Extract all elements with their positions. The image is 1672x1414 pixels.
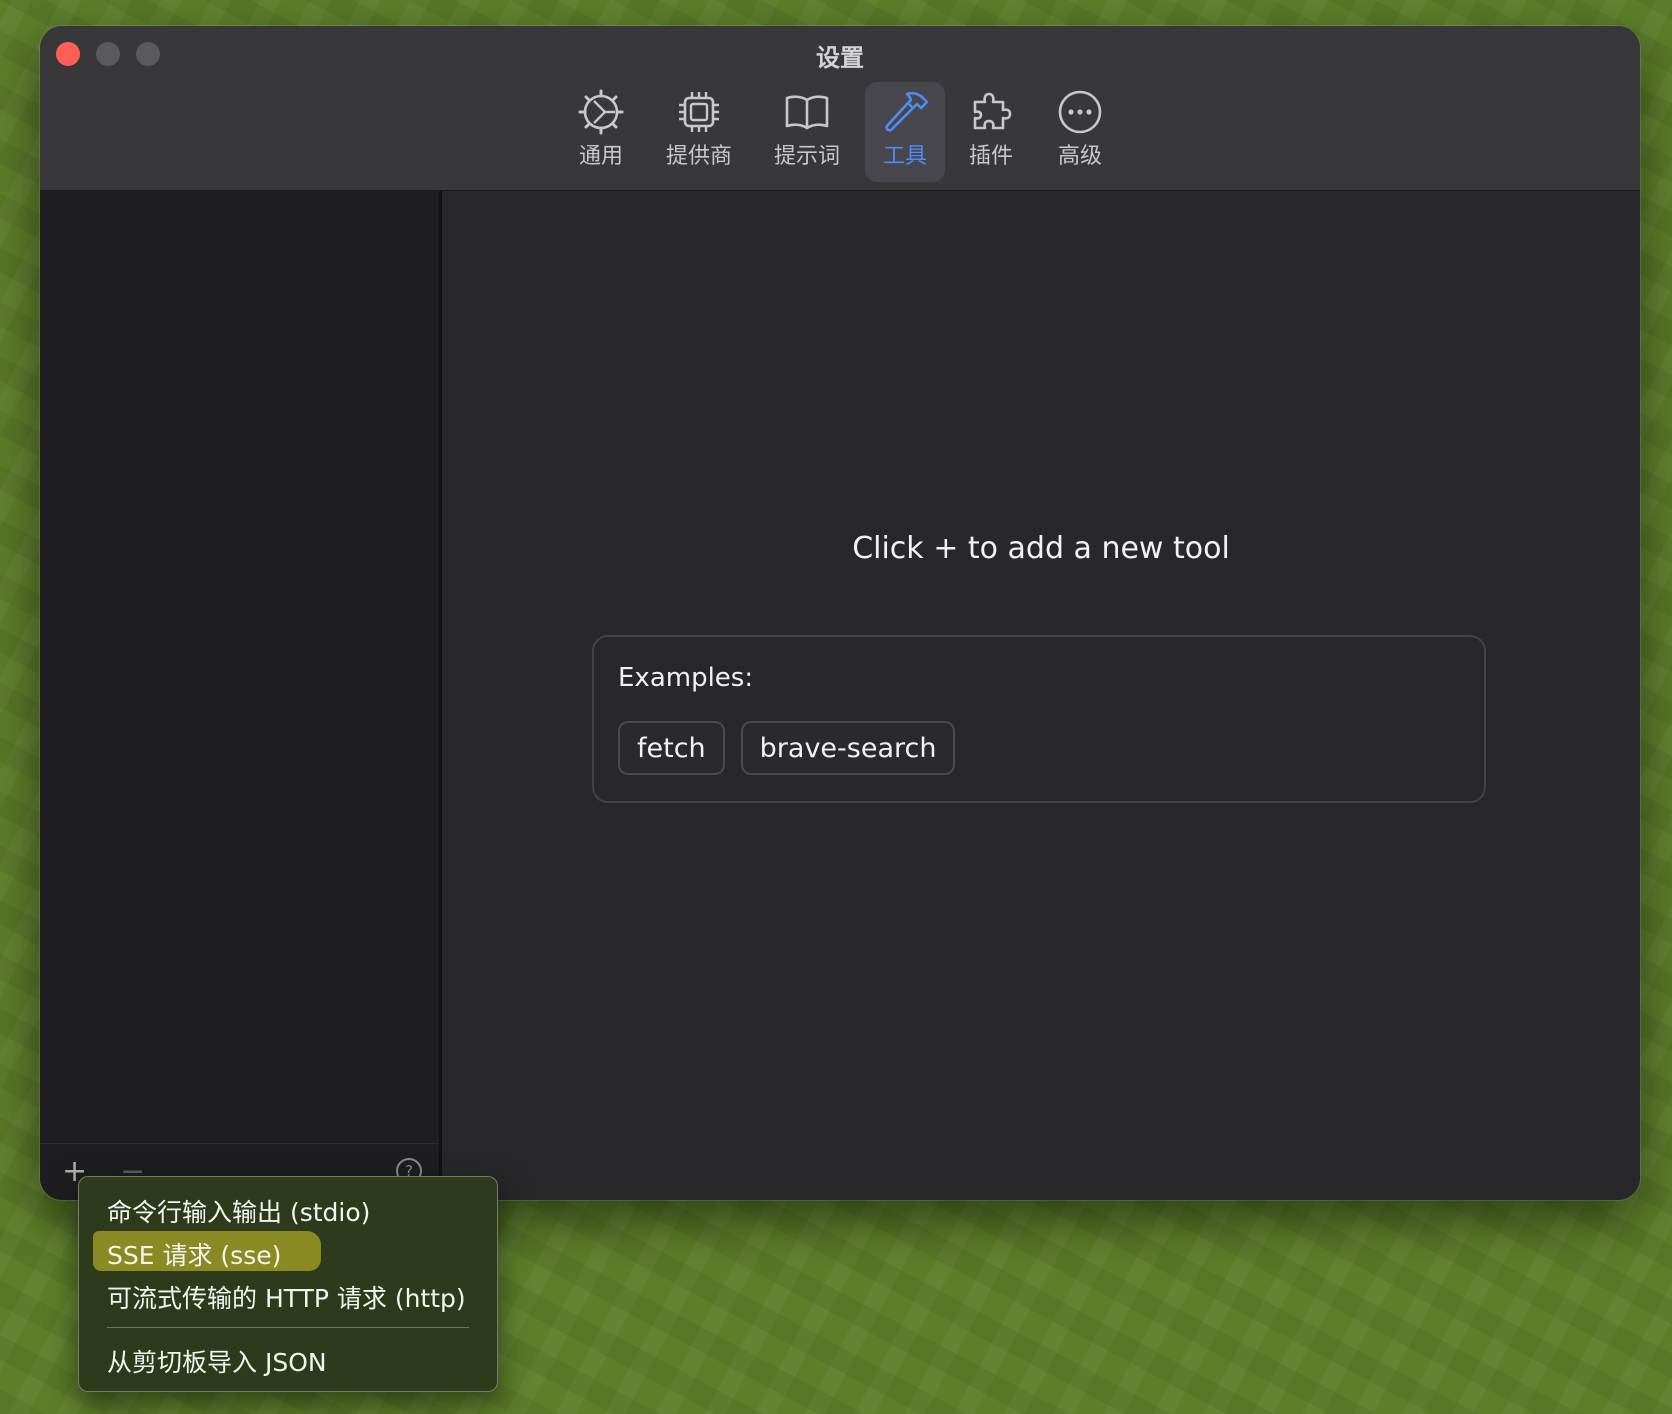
tab-tools-label: 工具 [882,144,927,169]
menu-separator [107,1327,469,1328]
tab-general[interactable]: 通用 [560,82,642,182]
chip-icon [679,92,719,132]
menu-item-sse[interactable]: SSE 请求 (sse) [107,1236,281,1272]
tools-sidebar: + − ? [40,191,442,1200]
example-chip-fetch[interactable]: fetch [618,721,725,775]
empty-state-hint: Click + to add a new tool [852,531,1230,566]
puzzle-icon [973,92,1012,130]
example-chip-brave-search[interactable]: brave-search [740,721,956,775]
tab-advanced-label: 高级 [1057,144,1102,169]
hammer-icon [885,91,929,132]
tab-plugins[interactable]: 插件 [955,82,1027,182]
tab-plugins-label: 插件 [968,144,1013,169]
window-title: 设置 [816,44,864,72]
book-icon [785,95,829,130]
tab-prompts-label: 提示词 [773,144,840,169]
gear-icon [578,89,624,135]
tab-advanced[interactable]: 高级 [1042,82,1118,182]
tab-providers[interactable]: 提供商 [654,82,744,182]
settings-window: 设置 通用 提供商 提示词 工具 插件 高级 + − ? Click + to … [40,26,1640,1200]
tools-main-panel: Click + to add a new tool Examples: fetc… [442,191,1640,1200]
tab-general-label: 通用 [578,144,623,169]
settings-toolbar: 通用 提供商 提示词 工具 插件 高级 [40,82,1640,182]
ellipsis-circle-icon [1058,90,1102,134]
tab-tools[interactable]: 工具 [865,82,945,182]
add-tool-menu: 命令行输入输出 (stdio) SSE 请求 (sse) 可流式传输的 HTTP… [78,1176,498,1392]
tab-prompts[interactable]: 提示词 [762,82,852,182]
titlebar: 设置 通用 提供商 提示词 工具 插件 高级 [40,26,1640,191]
examples-label: Examples: [618,663,754,693]
menu-item-stdio[interactable]: 命令行输入输出 (stdio) [107,1193,370,1229]
menu-item-http[interactable]: 可流式传输的 HTTP 请求 (http) [107,1279,466,1315]
tab-providers-label: 提供商 [665,144,732,169]
menu-item-import-json[interactable]: 从剪切板导入 JSON [107,1343,327,1379]
examples-list: fetch brave-search [618,721,956,775]
examples-box: Examples: fetch brave-search [592,635,1486,803]
